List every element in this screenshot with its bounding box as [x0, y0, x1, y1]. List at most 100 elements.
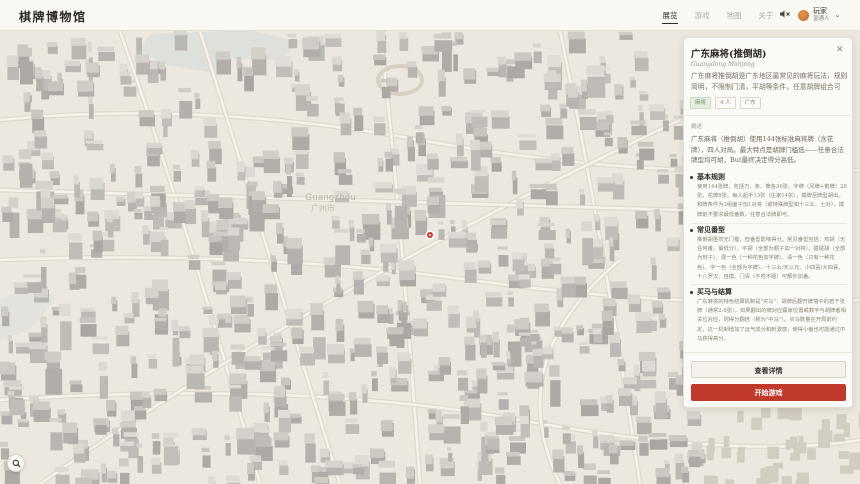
building [227, 227, 240, 236]
building [426, 196, 440, 205]
building [211, 261, 226, 266]
building [471, 116, 488, 128]
building [550, 380, 561, 407]
building [650, 257, 656, 265]
building [543, 243, 554, 249]
close-icon[interactable]: ✕ [836, 45, 844, 55]
building [337, 74, 344, 83]
building [373, 116, 385, 122]
building [151, 433, 160, 439]
building [795, 480, 804, 484]
nav-item-exhibition[interactable]: 展览 [654, 0, 686, 31]
building [325, 460, 343, 468]
building [664, 460, 669, 464]
building [443, 426, 461, 444]
building [448, 312, 460, 328]
building [236, 428, 255, 440]
building [560, 327, 573, 334]
building [654, 208, 660, 220]
building [385, 158, 394, 172]
building [155, 321, 168, 330]
panel-intro: 广东麻将推倒胡是广东地区最常见的麻将玩法，规则简明，不限制门清，平胡等条件，任意… [691, 72, 848, 91]
top-bar: 棋牌博物馆 展览 游戏 地图 关于 玩家 普通人 ⌄ [0, 0, 860, 31]
building [160, 67, 167, 81]
building [285, 164, 292, 175]
building [633, 50, 648, 58]
site-logo[interactable]: 棋牌博物馆 [19, 8, 87, 25]
building [789, 453, 801, 461]
building [286, 176, 293, 197]
section-body-rules: 使用144张牌，包括万、条、筒各36张，字牌（风牌+箭牌）28张，花牌8张。每人… [697, 184, 847, 218]
building [704, 475, 718, 484]
building [64, 60, 80, 67]
building [688, 449, 700, 454]
start-game-button[interactable]: 开始游戏 [691, 384, 846, 401]
building [152, 441, 161, 455]
building [549, 365, 560, 377]
building [386, 210, 392, 225]
building [602, 439, 620, 443]
building [463, 262, 476, 270]
building [669, 153, 677, 158]
building [485, 292, 502, 297]
building [447, 231, 466, 239]
building [112, 427, 119, 435]
building [412, 318, 428, 329]
building [639, 94, 649, 101]
user-menu[interactable]: 玩家 普通人 ⌄ [798, 7, 840, 23]
building [547, 70, 557, 77]
building [579, 346, 590, 354]
building [40, 197, 55, 209]
building [328, 393, 345, 401]
building [119, 422, 136, 427]
building [271, 260, 277, 272]
building [635, 416, 651, 423]
speaker-muted-icon[interactable] [779, 9, 790, 22]
view-details-button[interactable]: 查看详情 [691, 361, 846, 378]
building [450, 160, 469, 169]
nav-item-map[interactable]: 地图 [718, 0, 750, 31]
building [158, 308, 167, 317]
building [353, 107, 363, 116]
building [353, 278, 364, 295]
building [273, 180, 282, 193]
building [159, 226, 168, 231]
building [407, 66, 418, 78]
building [666, 237, 679, 247]
building [134, 166, 142, 173]
building [287, 33, 297, 38]
building [97, 46, 114, 51]
building [651, 300, 663, 308]
building [459, 394, 468, 402]
building [656, 287, 670, 293]
building [355, 228, 365, 233]
building [95, 424, 107, 435]
nav-item-about[interactable]: 关于 [750, 0, 782, 31]
building [474, 173, 489, 193]
building [23, 92, 30, 103]
location-marker-icon[interactable] [425, 230, 435, 240]
building [458, 377, 469, 391]
building [580, 404, 599, 417]
building [668, 435, 687, 442]
building [246, 296, 253, 303]
building [406, 61, 417, 68]
building [638, 104, 643, 112]
building [449, 156, 468, 162]
building [529, 183, 546, 189]
building [244, 360, 262, 370]
building [674, 453, 684, 463]
building [609, 244, 615, 262]
building [17, 418, 28, 423]
building [487, 438, 500, 450]
building [8, 197, 19, 208]
building [226, 272, 241, 280]
building [349, 226, 355, 242]
building [642, 361, 656, 372]
building [243, 356, 261, 362]
building [75, 266, 86, 274]
building [209, 242, 223, 256]
nav-item-games[interactable]: 游戏 [686, 0, 718, 31]
building [353, 337, 371, 345]
map-search-button[interactable] [7, 454, 25, 472]
